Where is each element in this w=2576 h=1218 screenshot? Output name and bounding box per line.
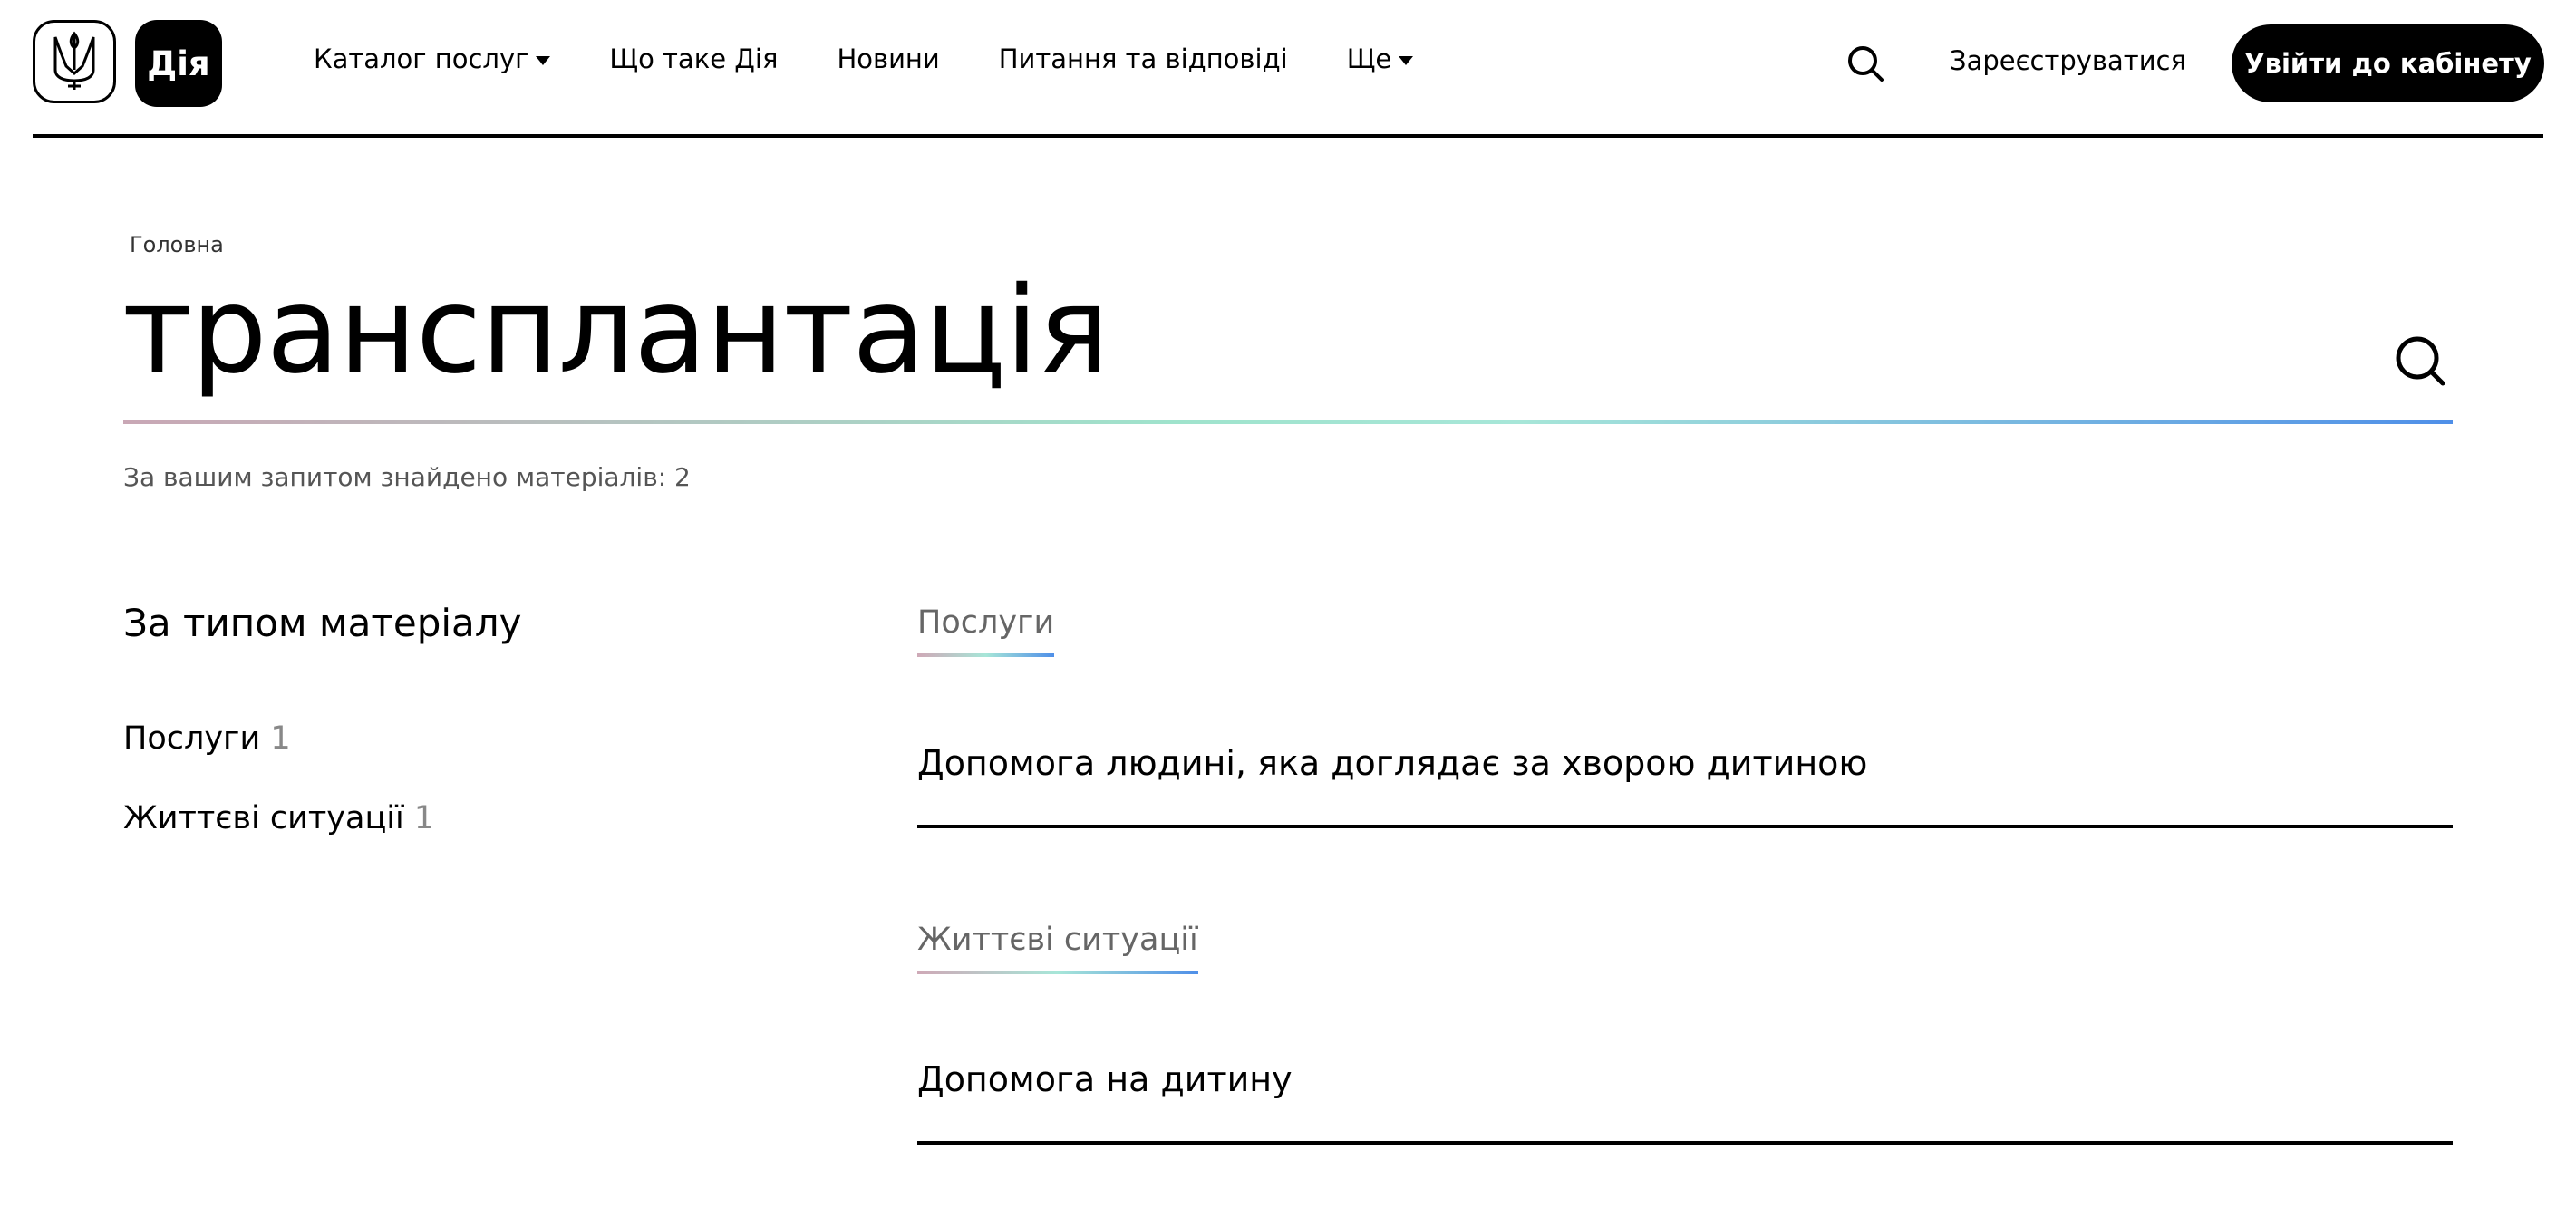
trident-icon [53, 31, 95, 90]
filter-label: Послуги [123, 720, 261, 757]
section-label-services: Послуги [917, 604, 1055, 657]
filter-count: 1 [270, 720, 291, 757]
nav-item-catalog[interactable]: Каталог послуг [314, 44, 551, 74]
nav-item-faq[interactable]: Питання та відповіді [999, 44, 1288, 74]
section-label-life-situations: Життєві ситуації [917, 922, 1198, 974]
search-underline [123, 420, 2453, 424]
nav-item-about[interactable]: Що таке Дія [609, 44, 778, 74]
search-query-input[interactable]: трансплантація [122, 258, 1109, 403]
nav-item-label: Питання та відповіді [998, 44, 1288, 74]
register-link[interactable]: Зареєструватися [1950, 45, 2186, 76]
filter-label: Життєві ситуації [123, 800, 404, 836]
filters-heading: За типом матеріалу [123, 601, 522, 645]
search-icon[interactable] [1845, 44, 1885, 83]
nav-item-label: Ще [1346, 44, 1392, 74]
result-item[interactable]: Допомога людині, яка доглядає за хворою … [917, 743, 2453, 828]
nav-item-label: Каталог послуг [314, 44, 529, 74]
nav-item-label: Що таке Дія [609, 44, 779, 74]
result-count: За вашим запитом знайдено матеріалів: 2 [123, 462, 691, 492]
result-title: Допомога на дитину [917, 1059, 1293, 1099]
search-icon[interactable] [2393, 334, 2447, 388]
filter-count: 1 [413, 800, 435, 836]
chevron-down-icon [536, 55, 551, 65]
trident-logo-icon[interactable] [33, 20, 116, 103]
chevron-down-icon [1399, 55, 1414, 65]
nav-item-label: Новини [837, 44, 940, 74]
result-item[interactable]: Допомога на дитину [917, 1059, 2453, 1145]
login-button[interactable]: Увійти до кабінету [2232, 24, 2544, 102]
filter-item-life-situations[interactable]: Життєві ситуації 1 [123, 800, 434, 836]
nav-item-more[interactable]: Ще [1347, 44, 1414, 74]
main-nav: Каталог послуг Що таке Дія Новини Питанн… [314, 44, 1472, 74]
filter-item-services[interactable]: Послуги 1 [123, 720, 291, 757]
site-header: Дія Каталог послуг Що таке Дія Новини Пи… [33, 0, 2544, 138]
result-title: Допомога людині, яка доглядає за хворою … [917, 743, 1868, 783]
diia-logo[interactable]: Дія [135, 20, 222, 107]
nav-item-news[interactable]: Новини [837, 44, 939, 74]
breadcrumb-home[interactable]: Головна [130, 232, 224, 257]
diia-logo-text: Дія [147, 44, 210, 83]
